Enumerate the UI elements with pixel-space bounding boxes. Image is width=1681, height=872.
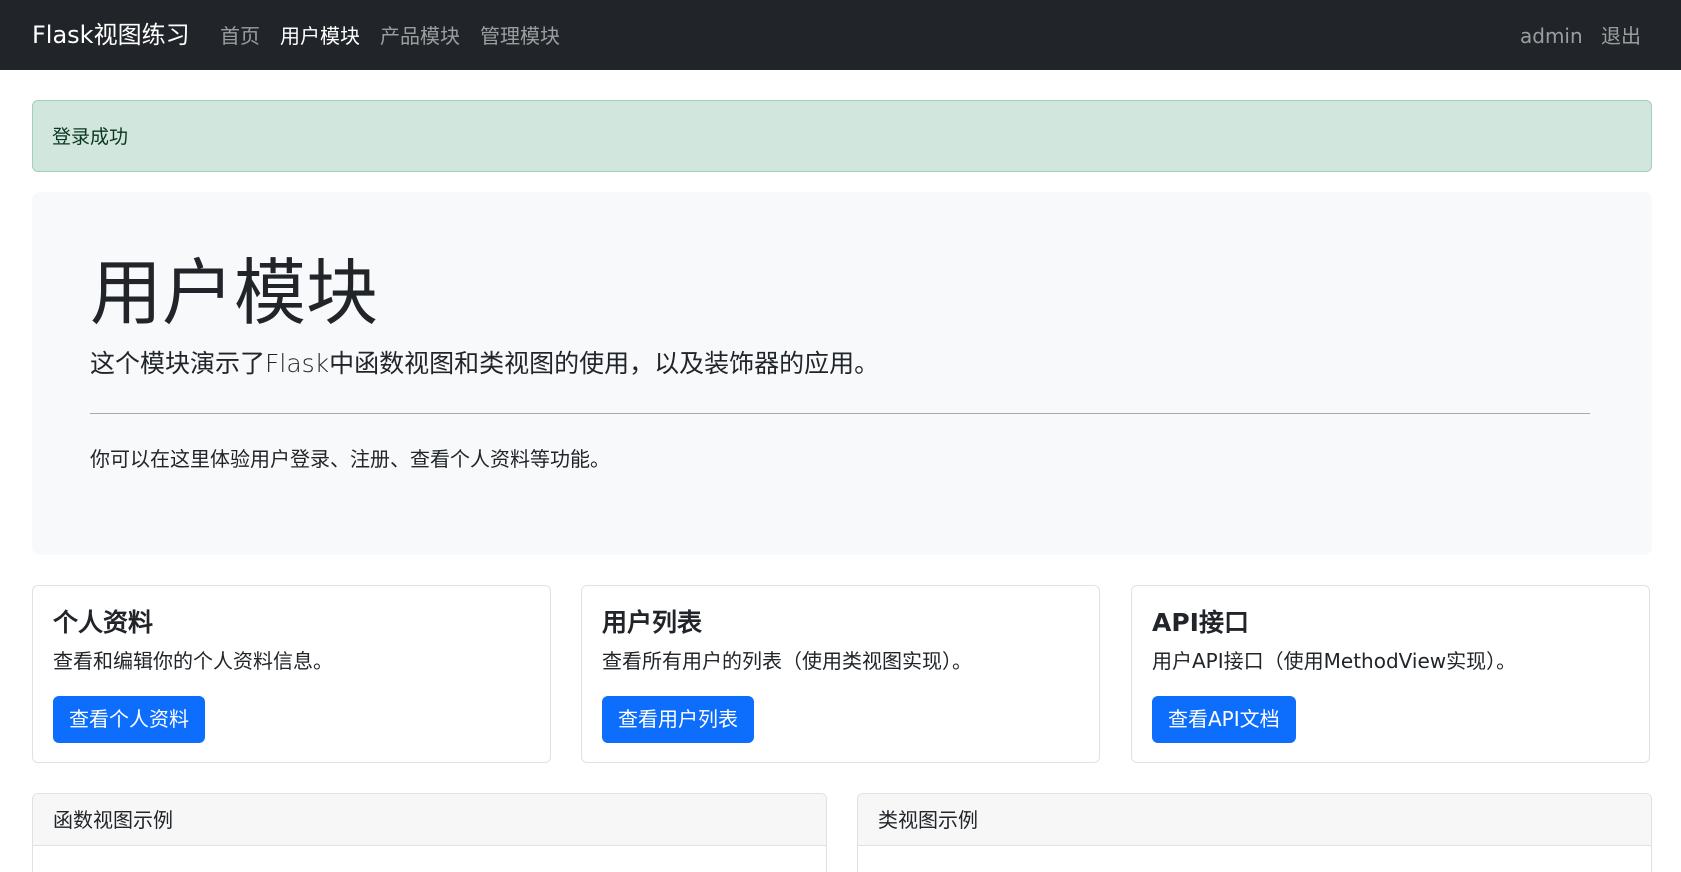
alert-message: 登录成功 xyxy=(52,126,129,148)
panel-title: 类视图示例 xyxy=(878,808,978,832)
nav-link-logout[interactable]: 退出 xyxy=(1601,22,1641,50)
top-navbar: Flask视图练习 首页 用户模块 产品模块 管理模块 admin 退出 xyxy=(0,0,1681,70)
hero-text: 你可以在这里体验用户登录、注册、查看个人资料等功能。 xyxy=(90,447,610,471)
panel-header: 函数视图示例 xyxy=(33,794,826,846)
card-api: API接口 用户API接口（使用MethodView实现）。 查看API文档 xyxy=(1131,585,1650,763)
card-user-list: 用户列表 查看所有用户的列表（使用类视图实现）。 查看用户列表 xyxy=(581,585,1100,763)
hero-section: 用户模块 这个模块演示了Flask中函数视图和类视图的使用，以及装饰器的应用。 … xyxy=(32,192,1652,555)
card-text: 用户API接口（使用MethodView实现）。 xyxy=(1152,649,1517,673)
card-title: 用户列表 xyxy=(602,608,703,637)
hero-lead: 这个模块演示了Flask中函数视图和类视图的使用，以及装饰器的应用。 xyxy=(90,349,880,378)
nav-link-products[interactable]: 产品模块 xyxy=(380,22,460,50)
hero-divider xyxy=(90,413,1590,414)
view-api-docs-button[interactable]: 查看API文档 xyxy=(1152,696,1296,743)
page-title: 用户模块 xyxy=(90,251,379,335)
card-profile: 个人资料 查看和编辑你的个人资料信息。 查看个人资料 xyxy=(32,585,551,763)
nav-link-users[interactable]: 用户模块 xyxy=(280,22,360,50)
card-title: 个人资料 xyxy=(53,608,154,637)
panel-class-view-example: 类视图示例 xyxy=(857,793,1652,872)
panel-header: 类视图示例 xyxy=(858,794,1651,846)
view-user-list-button[interactable]: 查看用户列表 xyxy=(602,696,754,743)
navbar-brand[interactable]: Flask视图练习 xyxy=(32,18,190,52)
success-alert: 登录成功 xyxy=(32,100,1652,172)
card-text: 查看和编辑你的个人资料信息。 xyxy=(53,649,333,673)
panel-function-view-example: 函数视图示例 xyxy=(32,793,827,872)
card-title: API接口 xyxy=(1152,608,1249,637)
card-text: 查看所有用户的列表（使用类视图实现）。 xyxy=(602,649,972,673)
panel-title: 函数视图示例 xyxy=(53,808,173,832)
nav-link-admin[interactable]: 管理模块 xyxy=(480,22,560,50)
nav-link-home[interactable]: 首页 xyxy=(220,22,260,50)
nav-link-current-user[interactable]: admin xyxy=(1520,22,1583,50)
view-profile-button[interactable]: 查看个人资料 xyxy=(53,696,205,743)
